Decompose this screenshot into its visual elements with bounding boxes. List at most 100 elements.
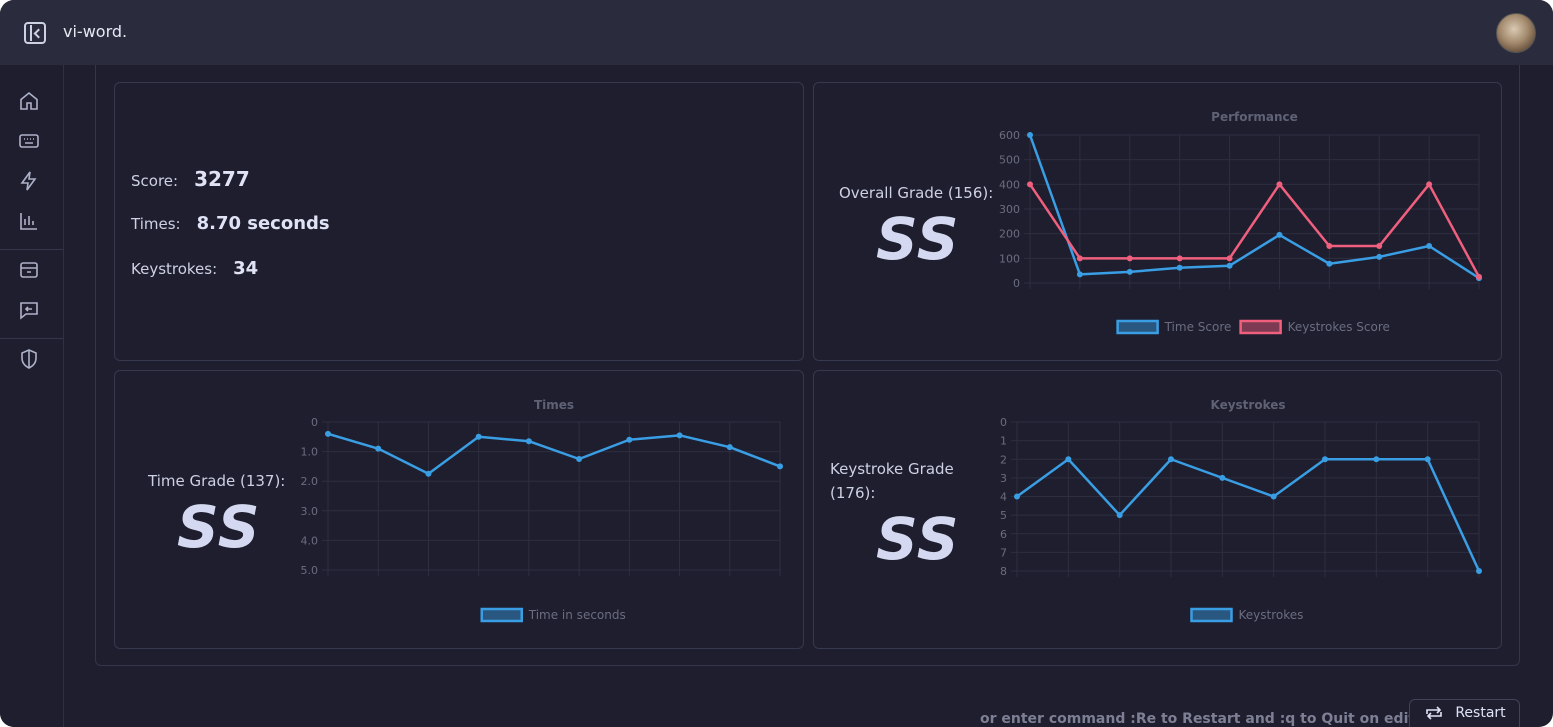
data-point	[325, 430, 331, 437]
data-point	[1116, 512, 1123, 519]
legend-swatch	[1239, 319, 1282, 335]
keyboard-icon[interactable]	[17, 129, 41, 153]
message-icon[interactable]	[17, 298, 41, 322]
keystrokes-label: Keystrokes:	[131, 260, 218, 278]
data-point	[1226, 255, 1233, 262]
chart-title: Keystrokes	[1210, 398, 1285, 412]
keystrokes-value: 34	[233, 258, 259, 279]
y-tick-label: 7	[1000, 546, 1007, 559]
times-label: Times:	[131, 215, 181, 233]
y-tick-label: 4	[1000, 491, 1007, 504]
data-point	[1027, 132, 1033, 138]
legend-label: Keystrokes	[1239, 608, 1304, 622]
y-tick-label: 0	[1000, 416, 1007, 429]
data-point	[1076, 271, 1083, 278]
y-tick-label: 600	[999, 129, 1020, 142]
data-point	[626, 436, 633, 443]
lightning-icon[interactable]	[17, 169, 41, 193]
repeat-icon	[1426, 706, 1443, 720]
data-point	[1076, 255, 1083, 262]
y-tick-label: 0	[311, 416, 318, 429]
y-tick-label: 0	[1013, 277, 1020, 290]
data-point	[1027, 181, 1033, 188]
chart-title: Performance	[1211, 110, 1298, 124]
legend-label: Keystrokes Score	[1288, 320, 1390, 334]
keystrokes-chart: Keystrokes 0 1 2 3 4 5 6 7 8 Keystrokes	[1000, 398, 1482, 623]
score-value: 3277	[194, 167, 250, 191]
data-point	[1276, 231, 1283, 238]
app-window: vi-word. Score: 3277 Times: 8.70 seconds…	[0, 0, 1553, 727]
data-point	[375, 445, 382, 452]
data-point	[1322, 456, 1328, 463]
data-point	[1376, 243, 1383, 249]
keystroke-grade-card: Keystroke Grade (176): SS Keystrokes 0 1 2 3…	[813, 370, 1502, 649]
shield-icon[interactable]	[17, 347, 41, 371]
data-point	[1376, 253, 1383, 260]
time-grade-card: Time Grade (137): SS Times 0 1.0 2.0 3.0 4.0 5…	[114, 370, 804, 649]
y-tick-label: 1.0	[301, 446, 319, 459]
data-point	[1326, 260, 1333, 267]
data-point	[1426, 243, 1433, 249]
y-tick-label: 3	[1000, 472, 1007, 485]
data-point	[1168, 456, 1174, 463]
data-point	[1270, 493, 1277, 500]
times-row: Times: 8.70 seconds	[131, 213, 330, 234]
score-row: Score: 3277	[131, 167, 250, 191]
data-point	[1065, 456, 1072, 463]
y-tick-label: 1	[1000, 435, 1007, 448]
legend-swatch	[1190, 607, 1233, 623]
legend-label: Time Score	[1164, 320, 1232, 334]
nav-divider	[0, 249, 63, 250]
stats-card: Score: 3277 Times: 8.70 seconds Keystrok…	[114, 82, 804, 361]
top-bar: vi-word.	[0, 0, 1553, 65]
avatar[interactable]	[1496, 13, 1536, 53]
times-value: 8.70 seconds	[196, 213, 330, 234]
data-point	[1476, 568, 1482, 574]
y-tick-label: 500	[999, 154, 1020, 167]
series-line	[327, 432, 781, 476]
app-title: vi-word.	[63, 22, 128, 41]
data-point	[1476, 273, 1482, 280]
y-tick-label: 6	[1000, 528, 1007, 541]
data-point	[1176, 255, 1183, 262]
y-tick-label: 4.0	[301, 534, 319, 547]
nav-divider	[0, 338, 63, 339]
footer-hint: or enter command :Re to Restart and :q t…	[980, 711, 1435, 727]
data-point	[1326, 243, 1333, 249]
archive-icon[interactable]	[17, 258, 41, 282]
y-tick-label: 5.0	[301, 564, 319, 577]
data-point	[1276, 181, 1283, 188]
legend-label: Time in seconds	[528, 608, 626, 622]
y-tick-label: 8	[1000, 565, 1007, 578]
data-point	[1126, 268, 1133, 275]
data-point	[1373, 456, 1380, 463]
sidebar	[0, 65, 64, 727]
overall-grade-card: Overall Grade (156): SS Performance 0 100 2…	[813, 82, 1502, 361]
restart-button[interactable]: Restart	[1409, 699, 1520, 727]
data-point	[1226, 262, 1233, 269]
series-line	[1028, 183, 1481, 278]
restart-label: Restart	[1455, 705, 1506, 721]
y-tick-label: 3.0	[301, 505, 319, 518]
home-icon[interactable]	[17, 89, 41, 113]
data-point	[475, 433, 482, 440]
times-chart: Times 0 1.0 2.0 3.0 4.0 5.0 Time in seconds	[301, 398, 783, 623]
y-tick-label: 200	[999, 228, 1020, 241]
y-tick-label: 2	[1000, 453, 1007, 466]
sidebar-toggle-icon[interactable]	[24, 22, 46, 44]
data-point	[726, 444, 733, 451]
data-point	[1426, 181, 1433, 188]
data-point	[1014, 493, 1020, 500]
data-point	[425, 470, 432, 477]
data-point	[1176, 264, 1183, 271]
bar-chart-icon[interactable]	[17, 209, 41, 233]
data-point	[1424, 456, 1431, 463]
data-point	[576, 456, 583, 462]
y-tick-label: 400	[999, 178, 1020, 191]
y-tick-label: 300	[999, 203, 1020, 216]
y-tick-label: 100	[999, 252, 1020, 265]
y-tick-label: 5	[1000, 509, 1007, 522]
data-point	[1219, 474, 1226, 481]
legend-swatch	[1116, 319, 1159, 335]
y-tick-label: 2.0	[301, 475, 319, 488]
